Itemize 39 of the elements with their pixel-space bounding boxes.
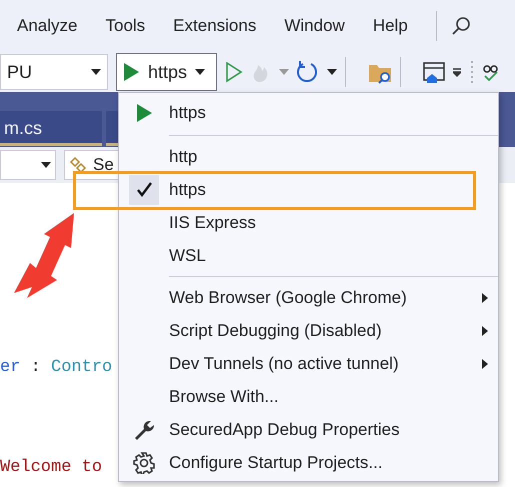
menu-item[interactable]: http <box>119 140 498 173</box>
play-icon <box>123 62 140 82</box>
menu-item[interactable]: Window <box>284 13 345 39</box>
menu-item[interactable]: Analyze <box>17 13 78 39</box>
code-line: Welcome to <box>0 457 102 479</box>
play-outline-icon[interactable] <box>225 62 243 82</box>
wrench-icon <box>133 418 155 440</box>
caret-icon <box>41 162 51 168</box>
menu-item[interactable]: IIS Express <box>119 206 498 239</box>
overflow-icon[interactable] <box>453 67 461 77</box>
spell-check-icon[interactable] <box>483 63 499 81</box>
menu-item[interactable]: Script Debugging (Disabled) <box>119 314 498 347</box>
document-tab[interactable]: m.cs <box>0 111 102 146</box>
menu-item[interactable]: Dev Tunnels (no active tunnel) <box>119 347 498 380</box>
caret-icon <box>195 69 206 75</box>
gear-icon <box>133 452 155 474</box>
submenu-arrow-icon <box>482 358 488 368</box>
submenu-arrow-icon <box>482 326 488 336</box>
menu-item[interactable]: Extensions <box>173 13 256 39</box>
window-home-icon[interactable] <box>423 60 445 84</box>
member-icon <box>69 156 87 174</box>
caret-icon[interactable] <box>327 69 337 75</box>
refresh-icon[interactable] <box>297 61 319 83</box>
platform-dropdown[interactable]: PU <box>0 54 108 90</box>
menu-item[interactable]: WSL <box>119 239 498 272</box>
menu-item[interactable]: Configure Startup Projects... <box>119 446 498 479</box>
submenu-arrow-icon <box>482 292 488 302</box>
grip-icon <box>469 59 475 85</box>
menu-item[interactable]: SecuredApp Debug Properties <box>119 413 498 446</box>
menu-item[interactable]: https <box>119 95 498 131</box>
menu-item[interactable]: Tools <box>105 13 146 39</box>
menu-item[interactable]: Browse With... <box>119 380 498 413</box>
menu-item[interactable]: Help <box>372 13 408 39</box>
code-line: er : Contro <box>0 357 112 379</box>
search-icon[interactable] <box>450 16 471 36</box>
menu-item[interactable]: Web Browser (Google Chrome) <box>119 281 498 314</box>
play-icon <box>136 103 152 123</box>
run-button[interactable]: https <box>116 53 217 91</box>
caret-icon <box>91 69 101 75</box>
